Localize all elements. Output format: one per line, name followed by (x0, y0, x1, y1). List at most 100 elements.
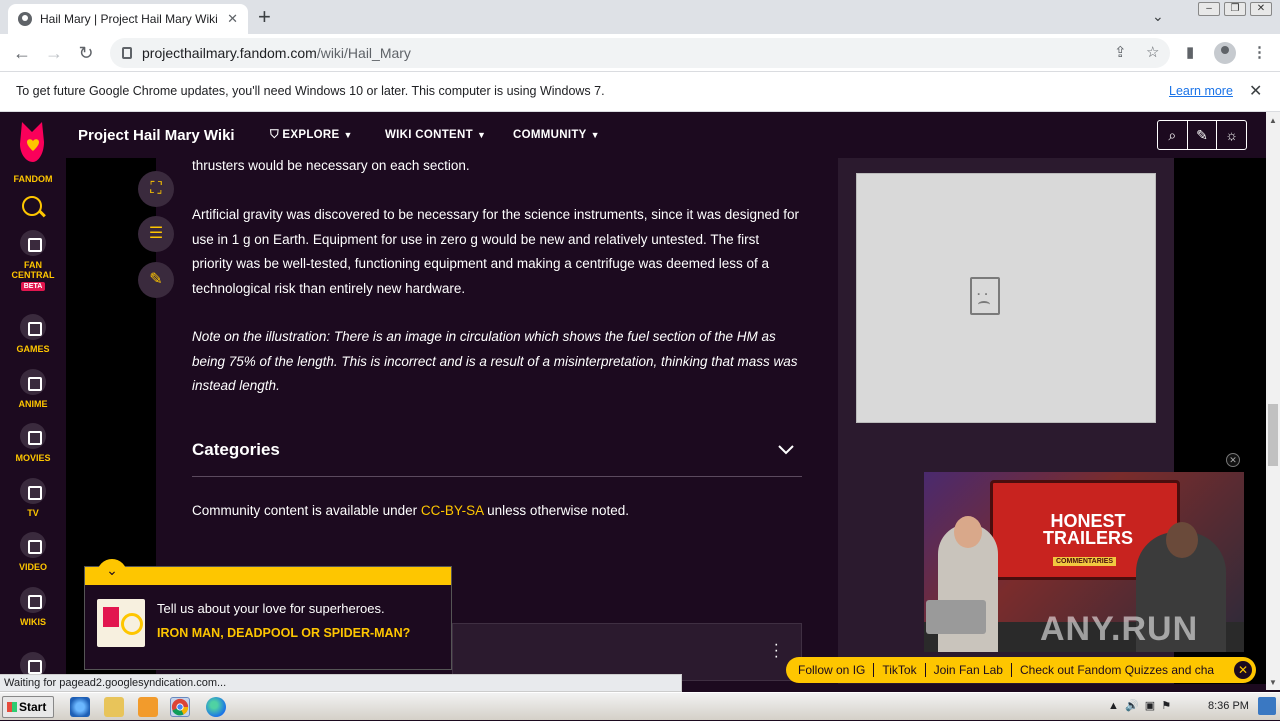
nav-community[interactable]: COMMUNITY ▼ (513, 129, 600, 141)
system-tray-icons[interactable]: ▲ 🔊 ▣ ⚑ (1108, 699, 1171, 712)
browser-tab[interactable]: Hail Mary | Project Hail Mary Wiki | F ✕ (8, 4, 248, 34)
tab-strip: Hail Mary | Project Hail Mary Wiki | F ✕… (0, 0, 1280, 34)
chevron-down-icon[interactable] (776, 440, 796, 460)
theme-toggle-icon[interactable]: ☼ (1217, 121, 1246, 149)
rail-item-label: TV (27, 508, 39, 518)
minimize-button[interactable]: – (1198, 2, 1220, 16)
sign-subtitle: COMMENTARIES (1053, 557, 1117, 566)
fandom-logo-label: FANDOM (13, 174, 53, 184)
anyrun-watermark: ANY.RUN (1040, 610, 1199, 648)
quiz-header-bar (85, 567, 451, 585)
explorer-folder-icon[interactable] (104, 697, 124, 717)
lock-icon[interactable] (122, 47, 132, 59)
banner-link-tiktok[interactable]: TikTok (882, 663, 926, 677)
article-paragraph: Artificial gravity was discovered to be … (192, 207, 800, 296)
banner-link-fan-lab[interactable]: Join Fan Lab (934, 663, 1012, 677)
ie-icon[interactable] (70, 697, 90, 717)
fan-central-label-1: FAN (24, 260, 42, 270)
nav-explore[interactable]: ⛉ EXPLORE ▼ (270, 129, 353, 142)
taskbar-clock[interactable]: 8:36 PM (1208, 700, 1249, 712)
cc-by-sa-link[interactable]: CC-BY-SA (421, 503, 484, 518)
scroll-down-arrow-icon[interactable]: ▼ (1269, 678, 1277, 687)
explore-icon: ⛉ (270, 129, 283, 141)
comment-panel: · · · (452, 623, 802, 681)
tab-close-icon[interactable]: ✕ (227, 11, 238, 27)
wiki-title[interactable]: Project Hail Mary Wiki (78, 127, 235, 144)
chrome-taskbar-icon[interactable] (170, 697, 190, 717)
rail-item-fan-central[interactable]: FAN CENTRAL BETA (0, 230, 66, 291)
video-close-icon[interactable]: ✕ (1226, 453, 1240, 467)
discussions-icon[interactable]: ✎ (1188, 121, 1218, 149)
rail-item-movies[interactable]: MOVIES (0, 423, 66, 463)
status-bubble: Waiting for pagead2.googlesyndication.co… (0, 674, 682, 692)
anime-face-icon (20, 369, 46, 395)
rail-item-label: WIKIS (20, 617, 46, 627)
broken-document-icon (970, 277, 1000, 315)
reload-icon[interactable]: ↻ (74, 41, 98, 65)
banner-link-quizzes[interactable]: Check out Fandom Quizzes and cha (1020, 663, 1222, 677)
media-player-icon[interactable] (138, 697, 158, 717)
tab-title: Hail Mary | Project Hail Mary Wiki | F (40, 12, 222, 26)
banner-close-icon[interactable]: ✕ (1234, 661, 1252, 679)
rail-item-wikis[interactable]: WIKIS (0, 587, 66, 627)
license-prefix: Community content is available under (192, 503, 421, 518)
address-bar[interactable]: projecthailmary.fandom.com/wiki/Hail_Mar… (110, 38, 1170, 68)
browser-toolbar: ← → ↻ projecthailmary.fandom.com/wiki/Ha… (0, 34, 1280, 72)
scrollbar-thumb[interactable] (1268, 404, 1278, 466)
page-scrollbar[interactable]: ▲ ▼ (1266, 112, 1280, 690)
edge-icon[interactable] (206, 697, 226, 717)
bookmark-star-icon[interactable]: ☆ (1146, 43, 1159, 61)
rail-item-games[interactable]: GAMES (0, 314, 66, 354)
rail-item-anime[interactable]: ANIME (0, 369, 66, 409)
window-controls: – ❐ ✕ (1198, 2, 1272, 16)
close-window-button[interactable]: ✕ (1250, 2, 1272, 16)
beta-badge: BETA (20, 282, 46, 291)
more-options-icon[interactable]: · · · (774, 637, 779, 665)
back-arrow-icon[interactable]: ← (10, 41, 34, 65)
profile-avatar-icon[interactable] (1214, 42, 1236, 64)
start-button[interactable]: Start (2, 696, 54, 718)
clapperboard-icon (20, 423, 46, 449)
chrome-menu-icon[interactable]: ⋮ (1252, 43, 1267, 61)
quiz-answer-link[interactable]: IRON MAN, DEADPOOL OR SPIDER-MAN? (157, 625, 427, 641)
infobar-close-icon[interactable]: ✕ (1249, 81, 1262, 101)
sign-line-2: TRAILERS (1043, 528, 1133, 548)
rail-item-tv[interactable]: TV (0, 478, 66, 518)
quiz-prompt[interactable]: ⌄ Tell us about your love for superheroe… (84, 559, 452, 670)
side-panel-icon[interactable]: ▮ (1186, 43, 1194, 61)
forward-arrow-icon[interactable]: → (42, 41, 66, 65)
rail-item-label: ANIME (18, 399, 48, 409)
maximize-button[interactable]: ❐ (1224, 2, 1246, 16)
nav-explore-label: EXPLORE (282, 129, 340, 141)
license-suffix: unless otherwise noted. (483, 503, 629, 518)
rail-item-label: VIDEO (18, 562, 47, 572)
banner-link-ig[interactable]: Follow on IG (798, 663, 875, 677)
fandom-logo-icon[interactable] (16, 120, 50, 164)
rail-item-video[interactable]: VIDEO (0, 532, 66, 572)
nav-wiki-content[interactable]: WIKI CONTENT ▼ (385, 129, 486, 141)
chevron-down-icon: ▼ (343, 130, 353, 140)
infobar-message: To get future Google Chrome updates, you… (16, 84, 605, 98)
learn-more-link[interactable]: Learn more (1169, 84, 1233, 98)
quiz-question: Tell us about your love for superheroes. (157, 601, 385, 616)
url-host: projecthailmary.fandom.com (142, 45, 317, 61)
illustration-note: Note on the illustration: There is an im… (192, 329, 798, 393)
global-search-icon[interactable] (22, 196, 42, 216)
search-icon[interactable]: ⌕ (1158, 121, 1188, 149)
table-of-contents-icon[interactable]: ☰ (138, 216, 174, 252)
chrome-logo-icon (171, 698, 189, 716)
new-tab-button[interactable]: + (258, 5, 271, 29)
chevron-down-icon: ▼ (590, 130, 600, 140)
share-icon[interactable]: ⇪ (1114, 43, 1127, 61)
scroll-up-arrow-icon[interactable]: ▲ (1269, 116, 1277, 125)
video-player[interactable]: HONEST TRAILERS COMMENTARIES ANY.RUN (924, 472, 1244, 652)
nav-community-label: COMMUNITY (513, 129, 587, 141)
fullscreen-icon[interactable]: ⛶ (138, 171, 174, 207)
windows-taskbar: Start ▲ 🔊 ▣ ⚑ 8:36 PM (0, 692, 1280, 720)
categories-heading[interactable]: Categories (192, 440, 280, 460)
tab-search-chevron-icon[interactable]: ⌄ (1152, 8, 1164, 25)
show-desktop-icon[interactable] (1258, 697, 1276, 715)
header-actions: ⌕ ✎ ☼ (1157, 120, 1247, 150)
edit-pencil-icon[interactable]: ✎ (138, 262, 174, 298)
rail-item-label: GAMES (16, 344, 50, 354)
